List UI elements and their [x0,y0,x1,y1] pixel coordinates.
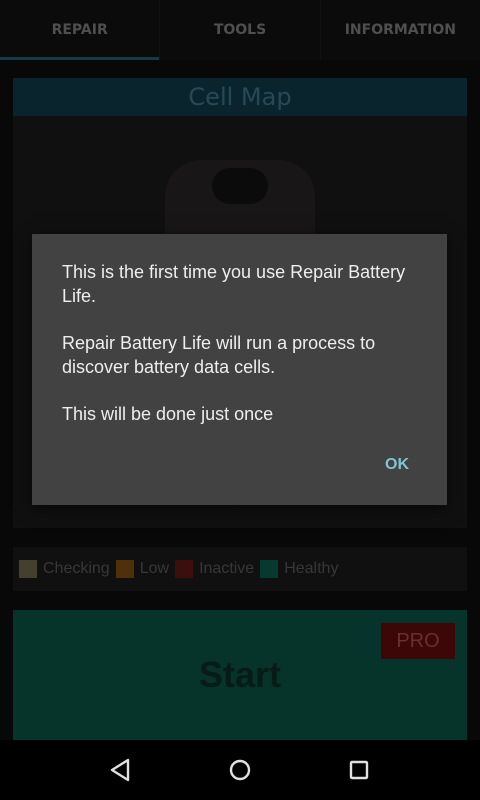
home-button[interactable] [220,750,260,790]
ok-button[interactable]: OK [377,452,417,478]
system-nav-bar [0,740,480,800]
dialog-paragraph-2: Repair Battery Life will run a process t… [62,333,376,377]
recents-icon [349,760,368,780]
dialog-message: This is the first time you use Repair Ba… [62,260,427,449]
first-use-dialog: This is the first time you use Repair Ba… [32,234,447,505]
back-icon [111,758,130,782]
back-button[interactable] [101,750,141,790]
dialog-paragraph-1: This is the first time you use Repair Ba… [62,262,406,306]
dialog-paragraph-3: This will be done just once [62,404,274,424]
recents-button[interactable] [339,750,379,790]
home-icon [229,759,251,781]
